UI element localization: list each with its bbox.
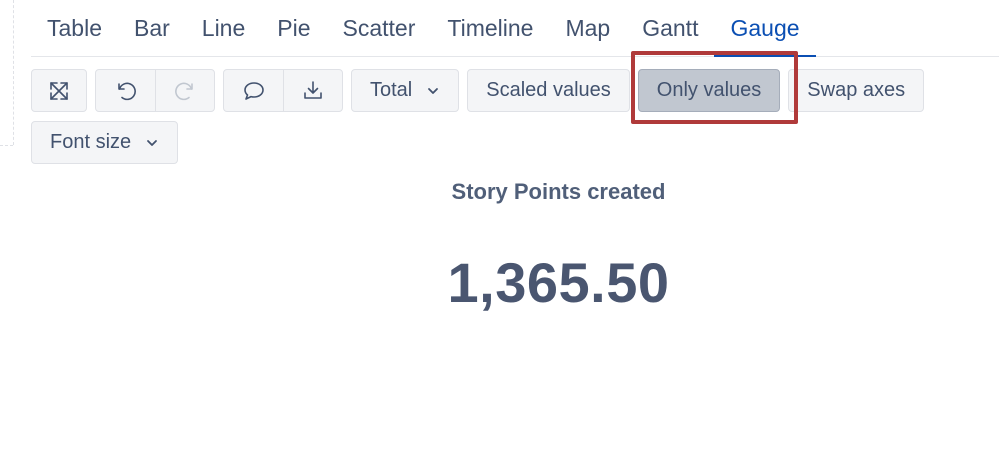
tab-map[interactable]: Map	[549, 0, 626, 56]
undo-redo-group	[95, 69, 215, 112]
redo-button[interactable]	[155, 70, 214, 111]
tab-timeline[interactable]: Timeline	[431, 0, 549, 56]
gauge-title: Story Points created	[451, 179, 666, 204]
only-values-button[interactable]: Only values	[637, 69, 781, 112]
tab-table[interactable]: Table	[31, 0, 118, 56]
left-dashed-divider	[13, 0, 14, 145]
undo-icon	[117, 82, 136, 100]
total-dropdown-label: Total	[370, 79, 413, 101]
download-button[interactable]	[283, 70, 342, 111]
total-dropdown[interactable]: Total	[351, 69, 460, 112]
undo-button[interactable]	[96, 70, 155, 111]
chart-toolbar: Total Scaled values Only values Swap axe…	[31, 51, 991, 164]
chevron-down-icon	[145, 136, 159, 150]
comment-download-group	[223, 69, 343, 112]
chevron-down-icon	[426, 84, 440, 98]
expand-arrows-icon	[50, 81, 68, 100]
comment-button[interactable]	[224, 70, 283, 111]
tab-scatter[interactable]: Scatter	[327, 0, 432, 56]
tab-bar[interactable]: Bar	[118, 0, 186, 56]
scaled-values-button[interactable]: Scaled values	[467, 69, 630, 112]
fullscreen-button[interactable]	[31, 69, 87, 112]
tab-line[interactable]: Line	[186, 0, 261, 56]
font-size-dropdown-label: Font size	[50, 131, 132, 153]
chart-report-page: Table Bar Line Pie Scatter Timeline Map …	[0, 0, 999, 460]
speech-bubble-icon	[243, 81, 264, 100]
download-icon	[304, 80, 322, 99]
redo-icon	[175, 82, 193, 100]
only-values-wrapper: Only values	[630, 51, 798, 124]
gauge-value: 1,365.50	[447, 251, 670, 314]
font-size-dropdown[interactable]: Font size	[31, 121, 179, 164]
tab-gauge[interactable]: Gauge	[714, 0, 816, 57]
tab-pie[interactable]: Pie	[261, 0, 326, 56]
swap-axes-button[interactable]: Swap axes	[788, 69, 925, 112]
left-dashed-divider-bottom	[0, 145, 13, 146]
chart-type-tabs: Table Bar Line Pie Scatter Timeline Map …	[31, 0, 999, 57]
tab-gantt[interactable]: Gantt	[626, 0, 714, 56]
